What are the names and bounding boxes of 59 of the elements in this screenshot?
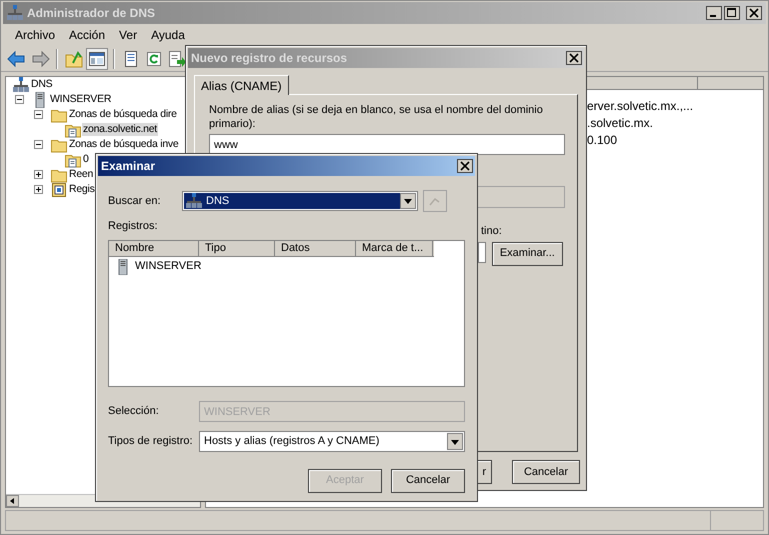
- dialog-button[interactable]: Examinar...: [492, 242, 563, 266]
- column-header[interactable]: Marca de t...: [356, 240, 433, 256]
- target-field[interactable]: [478, 242, 486, 262]
- export-list-icon[interactable]: [167, 48, 187, 68]
- forward-arrow-icon[interactable]: [30, 48, 50, 68]
- column-header[interactable]: Nombre: [109, 240, 199, 256]
- tree-item[interactable]: Zonas de búsqueda inve: [68, 138, 180, 151]
- list-cell-text: 0.100: [587, 132, 618, 148]
- column-header[interactable]: Tipo: [199, 240, 275, 256]
- records-icon: [51, 182, 67, 198]
- list-item[interactable]: WINSERVER: [135, 258, 202, 275]
- expand-icon[interactable]: [34, 185, 43, 194]
- tree-item[interactable]: DNS: [30, 78, 54, 91]
- window-title: Administrador de DNS: [27, 5, 156, 22]
- network-icon: [186, 193, 202, 209]
- dropdown-value: DNS: [206, 194, 230, 209]
- tree-item[interactable]: WINSERVER: [49, 93, 112, 106]
- close-icon[interactable]: [566, 51, 582, 65]
- console-tree-icon[interactable]: [87, 48, 107, 68]
- column-header[interactable]: Datos: [275, 240, 356, 256]
- minimize-icon[interactable]: [706, 6, 722, 20]
- network-icon: [7, 5, 23, 21]
- field-label: Nombre de alias (si se deja en blanco, se usa el nombre del dominio primario):: [209, 103, 544, 131]
- field-label: Selección:: [108, 404, 160, 420]
- expand-icon[interactable]: [34, 170, 43, 179]
- back-arrow-icon[interactable]: [7, 48, 27, 68]
- tree-item[interactable]: Reen: [68, 168, 94, 181]
- list-cell-text: erver.solvetic.mx.,...: [587, 98, 694, 114]
- menu-item[interactable]: Ver: [113, 26, 144, 44]
- close-icon[interactable]: [457, 159, 473, 173]
- menu-item[interactable]: Archivo: [9, 26, 62, 44]
- tree-item[interactable]: Regis: [68, 183, 96, 196]
- dialog-button[interactable]: Cancelar: [391, 468, 465, 492]
- dialog-title: Nuevo registro de recursos: [191, 50, 348, 67]
- scroll-left-icon[interactable]: [6, 495, 19, 507]
- field-label: Tipos de registro:: [108, 434, 194, 449]
- dropdown-value: Hosts y alias (registros A y CNAME): [204, 434, 380, 449]
- collapse-icon[interactable]: [34, 140, 43, 149]
- look-in-dropdown[interactable]: DNS: [182, 191, 418, 211]
- menu-item[interactable]: Ayuda: [145, 26, 191, 44]
- records-list[interactable]: Nombre Tipo Datos Marca de t... WINSERVER: [108, 240, 465, 386]
- dialog-title: Examinar: [101, 158, 156, 175]
- field-label: Buscar en:: [108, 194, 162, 209]
- tree-item[interactable]: zona.solvetic.net: [82, 123, 158, 136]
- maximize-icon[interactable]: [724, 6, 740, 20]
- record-type-dropdown[interactable]: Hosts y alias (registros A y CNAME): [199, 430, 465, 452]
- field-label: tino:: [481, 224, 503, 239]
- close-icon[interactable]: [746, 6, 762, 20]
- field-label: Registros:: [108, 219, 159, 234]
- network-icon: [13, 77, 29, 92]
- list-cell-text: .solvetic.mx.: [587, 115, 654, 131]
- dialog-button[interactable]: Cancelar: [512, 460, 580, 484]
- collapse-icon[interactable]: [34, 110, 43, 119]
- tab[interactable]: Alias (CNAME): [194, 75, 289, 95]
- tree-item[interactable]: Zonas de búsqueda dire: [68, 108, 178, 121]
- alias-field[interactable]: www: [209, 134, 565, 155]
- menu-item[interactable]: Acción: [63, 26, 112, 44]
- collapse-icon[interactable]: [15, 95, 24, 104]
- tree-item[interactable]: 0: [82, 153, 90, 166]
